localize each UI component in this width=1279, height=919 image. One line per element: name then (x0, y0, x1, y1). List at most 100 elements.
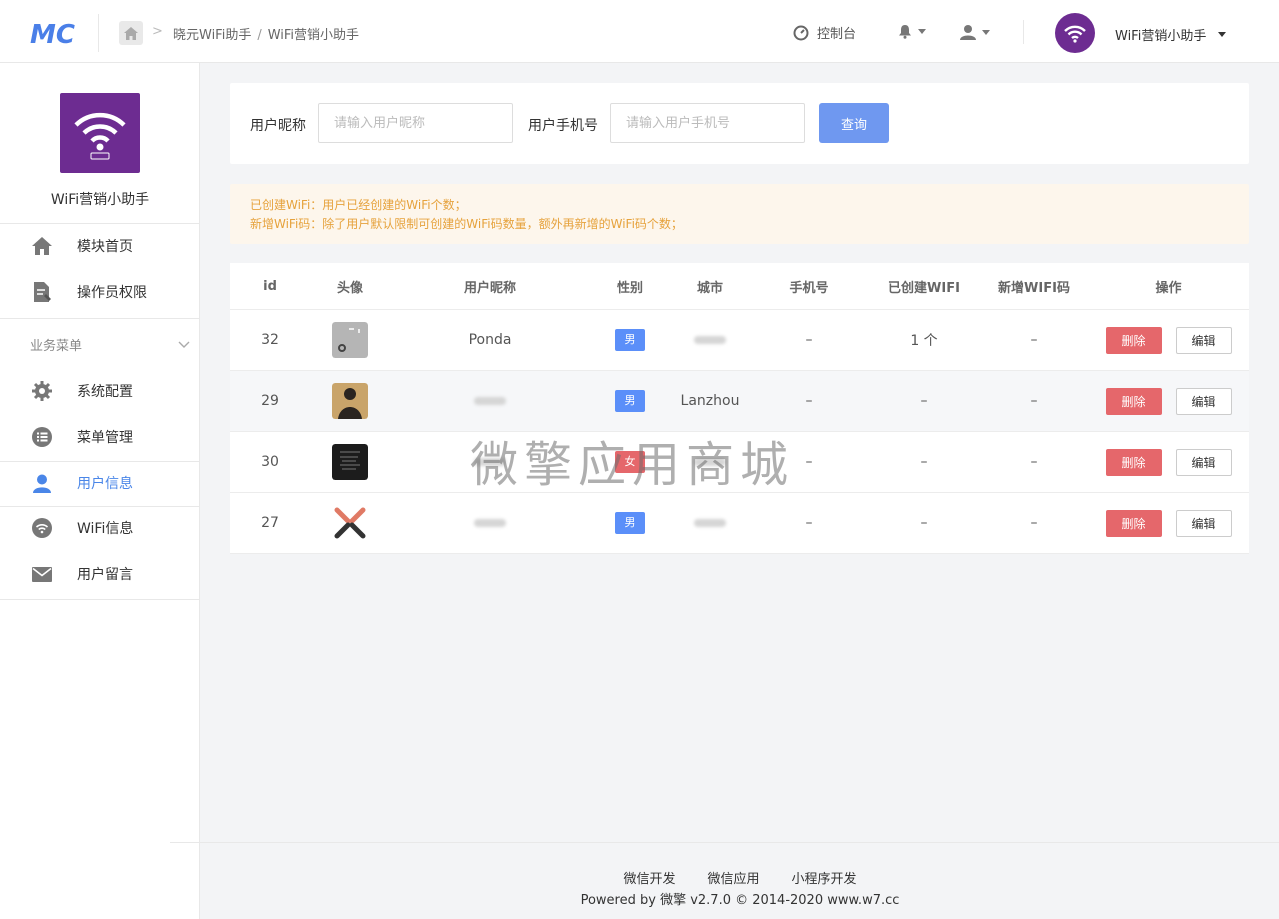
sidebar: WiFi营销小助手 模块首页 操作员权限 业务菜单 系统配置 菜单管理 用户信息 (0, 63, 200, 919)
sidebar-item-label: 系统配置 (77, 384, 133, 400)
edit-button[interactable]: 编辑 (1175, 326, 1232, 354)
column-header: 城市 (696, 280, 723, 296)
home-icon (32, 236, 52, 256)
sex-badge: 女 (615, 451, 645, 473)
user-icon (960, 25, 976, 40)
phone-label: 用户手机号 (528, 118, 598, 134)
sidebar-item-user-messages[interactable]: 用户留言 (0, 552, 200, 596)
phone-input[interactable] (610, 103, 805, 143)
footer-link[interactable]: 微信开发 (623, 872, 675, 887)
nickname-label: 用户昵称 (250, 118, 306, 134)
sex-cell: 女 (590, 432, 670, 492)
sidebar-item-label: 用户信息 (77, 476, 133, 492)
edit-button[interactable]: 编辑 (1175, 509, 1232, 537)
divider (98, 14, 99, 52)
account-menu[interactable]: WiFi营销小助手 (1115, 25, 1227, 44)
cell-phone: – (805, 332, 813, 348)
footer-link[interactable]: 小程序开发 (792, 872, 857, 887)
sidebar-item-wifi-info[interactable]: WiFi信息 (0, 506, 200, 550)
nickname-cell (390, 371, 590, 431)
console-label: 控制台 (817, 27, 857, 42)
account-name: WiFi营销小助手 (1115, 29, 1207, 44)
menu-group-title: 业务菜单 (30, 339, 83, 354)
cell-extra-codes: – (1030, 332, 1038, 348)
cell-wifi-count: 1 个 (910, 333, 938, 349)
breadcrumb-separator: / (257, 28, 262, 43)
cell-extra-codes: – (1030, 515, 1038, 531)
table-header-row: id 头像 用户昵称 性别 城市 手机号 已创建WIFI 新增WIFI码 操作 (230, 263, 1249, 310)
svg-text:MC: MC (30, 20, 75, 48)
sidebar-item-operator-permissions[interactable]: 操作员权限 (0, 270, 200, 314)
gear-icon (32, 381, 52, 401)
chevron-right-icon: > (152, 24, 163, 39)
logo[interactable]: MC (30, 18, 78, 48)
actions-cell: 删除 编辑 (1088, 371, 1249, 431)
sidebar-item-user-info[interactable]: 用户信息 (0, 461, 200, 505)
sidebar-item-label: 模块首页 (77, 239, 133, 255)
divider (0, 318, 200, 319)
delete-button[interactable]: 删除 (1105, 448, 1162, 476)
notice-line: 新增WiFi码：除了用户默认限制可创建的WiFi码数量，额外再新增的WiFi码个… (250, 217, 683, 231)
dashboard-icon (793, 25, 809, 40)
column-header: 操作 (1155, 280, 1182, 296)
cell-wifi-count: – (920, 393, 928, 409)
actions-cell: 删除 编辑 (1088, 432, 1249, 492)
sex-cell: 男 (590, 493, 670, 553)
column-header: 新增WIFI码 (998, 280, 1070, 296)
breadcrumb-item[interactable]: 晓元WiFi助手 (173, 28, 251, 43)
mail-icon (32, 564, 52, 584)
sex-badge: 男 (615, 329, 645, 351)
cell-phone: – (805, 515, 813, 531)
user-icon (32, 473, 52, 493)
sidebar-item-label: 用户留言 (77, 567, 133, 583)
avatar (332, 505, 368, 541)
cell-extra-codes: – (1030, 454, 1038, 470)
delete-button[interactable]: 删除 (1105, 509, 1162, 537)
sidebar-item-menu-management[interactable]: 菜单管理 (0, 415, 200, 459)
sidebar-item-module-home[interactable]: 模块首页 (0, 224, 200, 268)
cell-wifi-count: – (920, 515, 928, 531)
sex-cell: 男 (590, 310, 670, 370)
cell-id: 32 (261, 332, 279, 348)
account-avatar[interactable] (1055, 13, 1095, 53)
breadcrumb-item[interactable]: WiFi营销小助手 (268, 28, 359, 43)
avatar (332, 383, 368, 419)
redacted-text (474, 397, 506, 405)
footer-links: 微信开发 微信应用 小程序开发 (0, 868, 1279, 887)
column-header: 已创建WIFI (888, 280, 960, 296)
avatar-cell (310, 310, 390, 370)
edit-button[interactable]: 编辑 (1175, 387, 1232, 415)
footer-link[interactable]: 微信应用 (707, 872, 759, 887)
nickname-input[interactable] (318, 103, 513, 143)
cell-nickname: Ponda (468, 332, 512, 348)
menu-group-header[interactable]: 业务菜单 (30, 335, 190, 354)
city-cell (670, 493, 750, 553)
cell-extra-codes: – (1030, 393, 1038, 409)
edit-button[interactable]: 编辑 (1175, 448, 1232, 476)
app-logo (60, 93, 140, 173)
table-row: 32 Ponda 男 – 1 个 – 删除 编辑 (230, 310, 1249, 371)
wifi-icon (1064, 25, 1086, 43)
caret-down-icon (982, 29, 990, 35)
table-row: 29 男 Lanzhou – – – 删除 编辑 (230, 371, 1249, 432)
delete-button[interactable]: 删除 (1105, 387, 1162, 415)
notifications-dropdown[interactable] (898, 24, 926, 39)
user-dropdown[interactable] (960, 24, 990, 40)
console-link[interactable]: 控制台 (793, 23, 856, 42)
cell-phone: – (805, 393, 813, 409)
avatar (332, 444, 368, 480)
sidebar-item-label: WiFi信息 (77, 521, 134, 537)
list-icon (32, 427, 52, 447)
redacted-text (474, 458, 506, 466)
delete-button[interactable]: 删除 (1105, 326, 1162, 354)
sex-badge: 男 (615, 390, 645, 412)
search-button[interactable]: 查询 (819, 103, 889, 143)
column-header: 性别 (616, 280, 643, 296)
sidebar-item-system-config[interactable]: 系统配置 (0, 369, 200, 413)
wifi-icon (32, 518, 52, 538)
sidebar-item-label: 操作员权限 (77, 285, 147, 301)
top-bar: MC > 晓元WiFi助手 / WiFi营销小助手 控制台 WiFi营销小助手 (0, 0, 1279, 63)
cell-wifi-count: – (920, 454, 928, 470)
home-icon[interactable] (119, 21, 143, 45)
nickname-cell (390, 493, 590, 553)
